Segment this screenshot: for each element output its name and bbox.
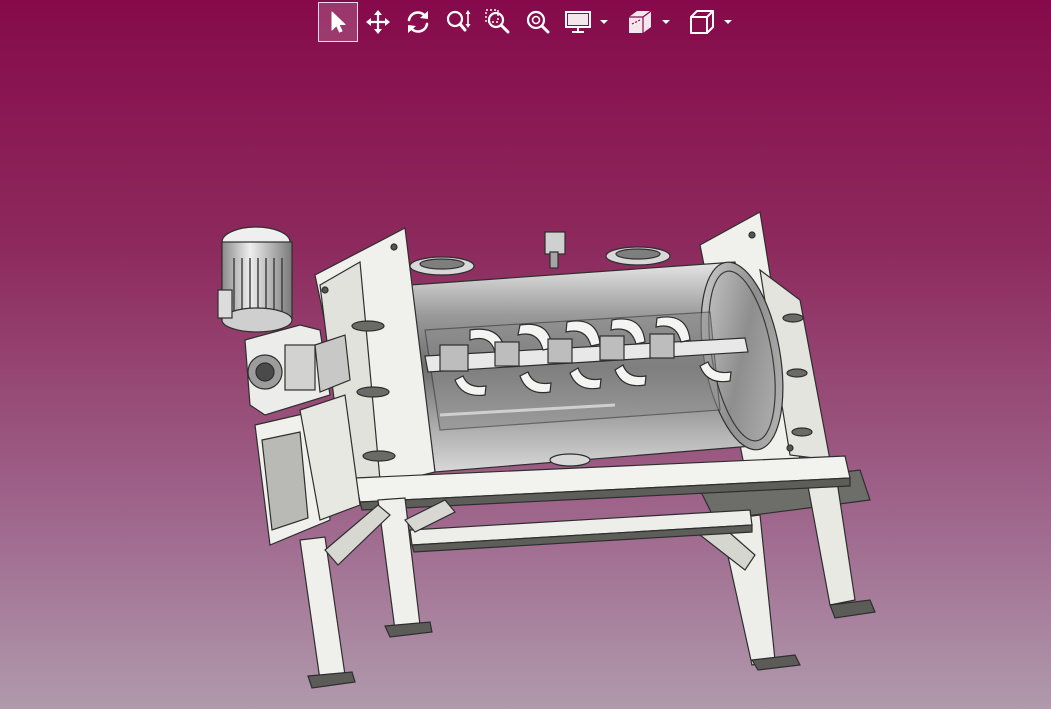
drive-mount — [254, 394, 361, 546]
ribbon-blender-model[interactable] — [0, 0, 1051, 709]
3d-viewer[interactable] — [0, 0, 1051, 709]
electric-motor — [217, 226, 293, 333]
mixer-drum — [409, 231, 784, 473]
frame-back — [699, 467, 876, 671]
